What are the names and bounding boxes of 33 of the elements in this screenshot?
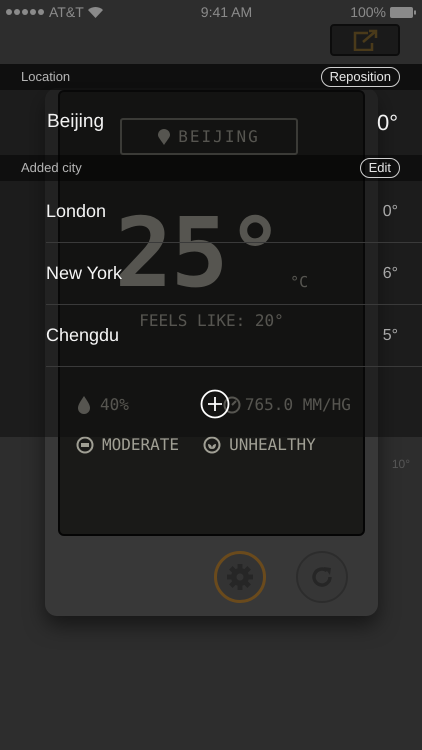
humidity-reading: 40% xyxy=(100,394,129,416)
feels-like-text: FEELS LIKE: 20° xyxy=(139,310,284,332)
city-temperature: 5° xyxy=(382,326,398,346)
signal-icon xyxy=(6,9,45,15)
battery-icon xyxy=(390,6,416,18)
city-temperature: 6° xyxy=(382,264,398,284)
wifi-icon xyxy=(88,6,103,18)
humidity-icon xyxy=(76,396,92,414)
add-city-button[interactable] xyxy=(200,388,230,418)
carrier-name: AT&T xyxy=(49,2,84,22)
location-label: BEIJING xyxy=(178,126,260,148)
share-icon xyxy=(352,29,378,51)
section-title: Location xyxy=(21,68,70,86)
location-pin-icon xyxy=(158,128,170,144)
uv-level: MODERATE xyxy=(102,434,180,456)
unit-label: °C xyxy=(290,272,308,292)
settings-button[interactable] xyxy=(214,551,266,603)
battery-level: 100% xyxy=(350,2,386,22)
city-temperature: 0° xyxy=(376,109,398,137)
reposition-button[interactable]: Reposition xyxy=(320,67,400,87)
city-name: Beijing xyxy=(47,110,104,134)
city-name: London xyxy=(46,200,106,223)
city-temperature: 0° xyxy=(382,202,398,222)
pressure-reading: 765.0 MM/HG xyxy=(244,394,351,416)
plus-icon xyxy=(200,388,230,418)
status-time: 9:41 AM xyxy=(200,2,252,22)
city-name: Chengdu xyxy=(46,324,120,347)
air-quality-level: UNHEALTHY xyxy=(229,434,316,456)
leaf-icon xyxy=(203,436,222,454)
share-button[interactable] xyxy=(330,24,400,56)
pressure-icon xyxy=(222,396,241,414)
section-title: Added city xyxy=(21,159,82,178)
edit-button[interactable]: Edit xyxy=(360,158,400,178)
